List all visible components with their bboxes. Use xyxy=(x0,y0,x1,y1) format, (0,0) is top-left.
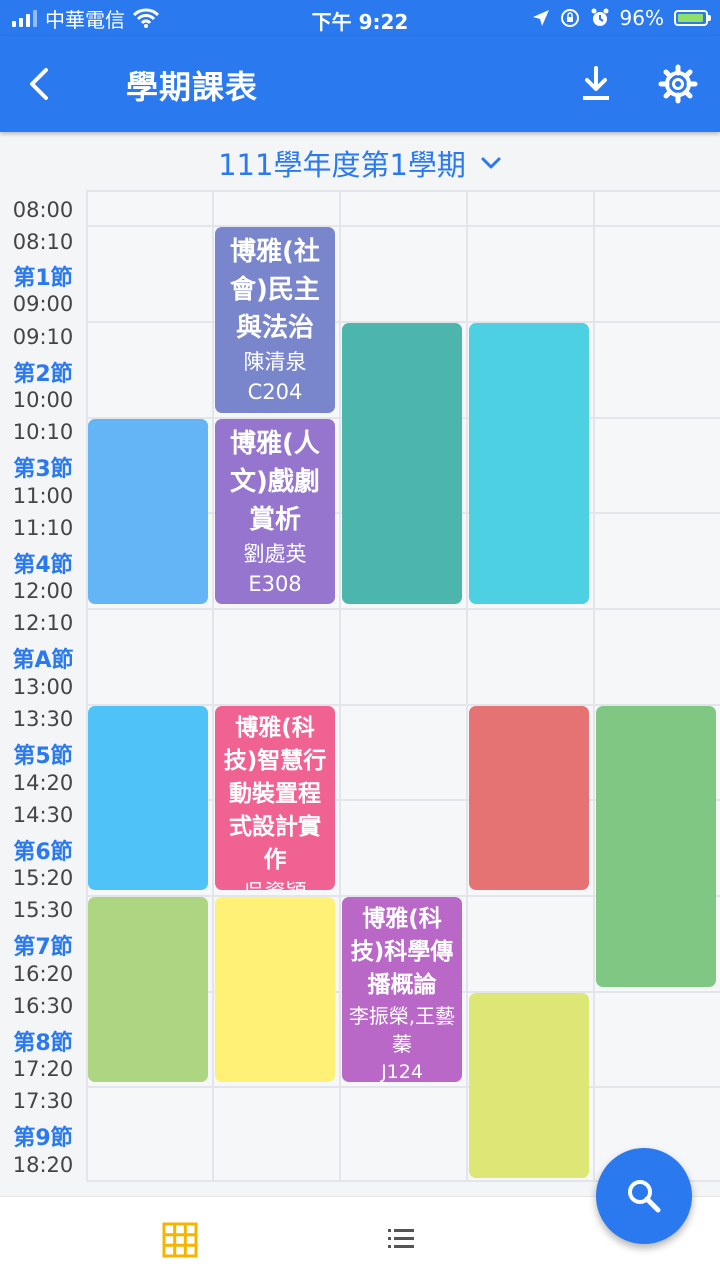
battery-icon xyxy=(674,10,711,26)
course-teacher: 吳資穎 xyxy=(215,877,335,890)
period-label: 第A節 xyxy=(12,648,74,673)
time-label: 11:00 xyxy=(12,484,74,508)
chevron-down-icon xyxy=(481,157,501,169)
period-label: 第1節 xyxy=(13,266,73,291)
time-column: 08:00 08:10 第1節 09:00 09:10 第2節 10:00 10… xyxy=(0,190,86,1182)
period-label: 第6節 xyxy=(13,840,73,865)
course-name: 博雅(社會)民主與法治 xyxy=(230,237,320,343)
course-teacher: 李振榮,王藝蓁 xyxy=(348,1004,456,1056)
course-block[interactable] xyxy=(215,897,335,1082)
time-label: 15:20 xyxy=(12,866,74,890)
time-label: 12:10 xyxy=(12,611,74,635)
semester-label: 111學年度第1學期 xyxy=(218,148,466,182)
gear-icon[interactable] xyxy=(656,62,700,106)
course-block[interactable] xyxy=(88,897,208,1082)
period-label: 第8節 xyxy=(13,1031,73,1056)
time-label: 13:30 xyxy=(12,707,74,731)
course-teacher: 劉處英 xyxy=(243,542,307,566)
page-title: 學期課表 xyxy=(126,68,259,106)
grid-icon[interactable] xyxy=(162,1222,198,1258)
course-name: 博雅(科技)智慧行動裝置程式設計實作 xyxy=(223,715,327,873)
period-label: 第9節 xyxy=(13,1126,73,1151)
time-label: 13:00 xyxy=(12,675,74,699)
status-bar: 中華電信 下午 9:22 96% xyxy=(0,0,720,36)
time-label: 10:00 xyxy=(12,388,74,412)
app-bar: 學期課表 xyxy=(0,36,720,132)
course-block[interactable] xyxy=(469,706,589,890)
time-label: 15:30 xyxy=(12,898,74,922)
course-block[interactable]: 博雅(社會)民主與法治 陳清泉 C204 xyxy=(215,227,335,413)
list-icon[interactable] xyxy=(386,1224,416,1254)
period-label: 第2節 xyxy=(13,362,73,387)
time-label: 16:20 xyxy=(12,962,74,986)
period-label: 第3節 xyxy=(13,457,73,482)
time-label: 10:10 xyxy=(12,420,74,444)
course-room: E308 xyxy=(248,572,302,596)
time-label: 09:10 xyxy=(12,325,74,349)
period-label: 第7節 xyxy=(13,935,73,960)
search-fab[interactable] xyxy=(596,1148,692,1244)
rotation-lock-icon xyxy=(560,9,579,27)
time-label: 14:30 xyxy=(12,803,74,827)
course-block[interactable] xyxy=(596,706,716,987)
back-icon[interactable] xyxy=(20,62,64,106)
time-label: 17:30 xyxy=(12,1089,74,1113)
course-block[interactable] xyxy=(469,323,589,604)
time-label: 16:30 xyxy=(12,994,74,1018)
time-label: 09:00 xyxy=(12,292,74,316)
download-icon[interactable] xyxy=(578,64,614,104)
time-label: 11:10 xyxy=(12,516,74,540)
period-label: 第5節 xyxy=(13,744,73,769)
location-icon xyxy=(532,10,549,26)
time-label: 12:00 xyxy=(12,579,74,603)
course-room: C204 xyxy=(247,380,303,404)
course-room: J124 xyxy=(381,1061,423,1082)
time-label: 17:20 xyxy=(12,1057,74,1081)
time-label: 14:20 xyxy=(12,771,74,795)
time-label: 08:10 xyxy=(12,230,74,254)
alarm-icon xyxy=(591,8,609,26)
course-block[interactable] xyxy=(88,419,208,604)
course-block[interactable]: 博雅(人文)戲劇賞析 劉處英 E308 xyxy=(215,419,335,604)
course-name: 博雅(人文)戲劇賞析 xyxy=(230,429,320,535)
period-label: 第4節 xyxy=(13,553,73,578)
time-label: 08:00 xyxy=(12,198,74,222)
course-teacher: 陳清泉 xyxy=(243,350,307,374)
course-block[interactable]: 博雅(科技)科學傳播概論 李振榮,王藝蓁 J124 xyxy=(342,897,462,1082)
course-name: 博雅(科技)科學傳播概論 xyxy=(350,906,454,998)
course-block[interactable]: 博雅(科技)智慧行動裝置程式設計實作 吳資穎 xyxy=(215,706,335,890)
battery-percent: 96% xyxy=(619,6,664,30)
semester-selector[interactable]: 111學年度第1學期 xyxy=(0,140,720,186)
search-icon xyxy=(628,1180,661,1213)
course-block[interactable] xyxy=(342,323,462,604)
status-right: 96% xyxy=(532,6,711,30)
time-label: 18:20 xyxy=(12,1153,74,1177)
course-block[interactable] xyxy=(88,706,208,890)
course-block[interactable] xyxy=(469,993,589,1178)
